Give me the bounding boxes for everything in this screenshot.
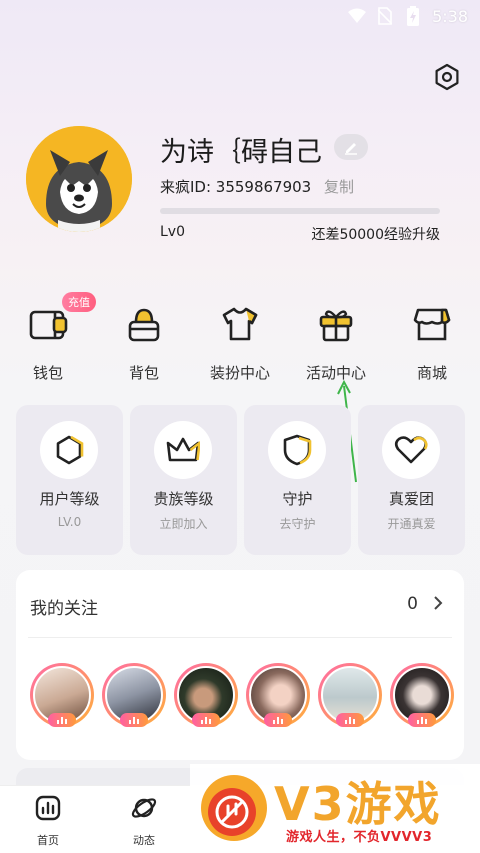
tab-label: 首页 <box>37 834 59 847</box>
clock: 5:38 <box>432 6 468 26</box>
my-follows-panel: 我的关注 0 <box>16 570 464 760</box>
tab-label: 动态 <box>133 834 155 847</box>
quick-item-dressup[interactable]: 装扮中心 <box>192 294 288 384</box>
followed-avatar[interactable] <box>246 663 310 727</box>
quick-item-label: 商城 <box>416 364 447 382</box>
quick-item-activity[interactable]: 活动中心 <box>288 294 384 384</box>
home-chart-icon <box>35 795 61 821</box>
followed-avatar[interactable] <box>390 663 454 727</box>
exp-progress-bar <box>160 208 440 214</box>
edit-name-button[interactable] <box>334 134 368 160</box>
recharge-badge[interactable]: 充值 <box>62 292 96 312</box>
card-title: 贵族等级 <box>153 490 214 508</box>
username: 为诗｛碍自己 <box>160 137 322 168</box>
copy-id-button[interactable]: 复制 <box>324 176 354 197</box>
live-indicator <box>48 713 76 727</box>
site-watermark: V3游戏 游戏人生，不负VVVV3 <box>190 764 480 853</box>
avatar[interactable] <box>26 126 132 232</box>
card-icon-circle <box>154 421 212 479</box>
feature-cards: 用户等级 LV.0 贵族等级 立即加入 守护 去守护 真爱团 开通真爱 <box>16 405 465 555</box>
followed-avatar[interactable] <box>102 663 166 727</box>
hexagon-icon <box>56 435 84 465</box>
watermark-brand: V3游戏 <box>274 777 442 831</box>
card-subtitle: LV.0 <box>57 515 82 529</box>
card-title: 真爱团 <box>388 490 434 508</box>
quick-item-label: 背包 <box>128 364 159 382</box>
followed-avatar[interactable] <box>30 663 94 727</box>
card-icon-circle <box>40 421 98 479</box>
heart-icon <box>394 436 428 464</box>
live-indicator <box>264 713 292 727</box>
wifi-icon <box>348 7 367 25</box>
user-id: 来疯ID: 3559867903 <box>160 178 312 196</box>
quick-item-backpack[interactable]: 背包 <box>96 294 192 384</box>
exp-hint: 还差50000经验升级 <box>311 227 440 243</box>
live-indicator <box>408 713 436 727</box>
divider <box>28 637 452 638</box>
followed-avatar[interactable] <box>318 663 382 727</box>
card-title: 用户等级 <box>39 490 100 508</box>
live-indicator <box>336 713 364 727</box>
card-subtitle: 去守护 <box>279 517 316 531</box>
card-icon-circle <box>382 421 440 479</box>
quick-item-label: 钱包 <box>32 364 63 382</box>
card-title: 守护 <box>282 490 313 508</box>
user-level: Lv0 <box>160 224 185 240</box>
card-subtitle: 立即加入 <box>159 517 208 531</box>
chevron-right-icon[interactable] <box>430 593 446 613</box>
shield-icon <box>283 434 312 466</box>
status-bar: 5:38 <box>0 0 480 32</box>
store-icon <box>413 308 451 341</box>
quick-item-label: 装扮中心 <box>209 364 270 382</box>
pencil-icon <box>345 143 357 155</box>
followed-avatar[interactable] <box>174 663 238 727</box>
watermark-slogan: 游戏人生，不负VVVV3 <box>286 830 433 845</box>
tab-home[interactable]: 首页 <box>18 794 78 848</box>
profile-section: 为诗｛碍自己 来疯ID: 3559867903 复制 Lv0 还差50000经验… <box>26 126 466 246</box>
card-icon-circle <box>268 421 326 479</box>
no-sim-icon <box>376 7 394 25</box>
v3-logo-icon <box>201 775 267 841</box>
followed-streamers <box>30 663 460 731</box>
live-indicator <box>120 713 148 727</box>
card-true-love[interactable]: 真爱团 开通真爱 <box>358 405 465 555</box>
card-guard[interactable]: 守护 去守护 <box>244 405 351 555</box>
crown-icon <box>166 437 200 462</box>
card-subtitle: 开通真爱 <box>387 517 436 531</box>
settings-button[interactable] <box>430 60 464 94</box>
tshirt-icon <box>222 307 258 341</box>
planet-icon <box>131 798 157 818</box>
tab-moments[interactable]: 动态 <box>114 794 174 848</box>
settings-icon <box>435 63 459 91</box>
gift-icon <box>319 310 353 342</box>
backpack-icon <box>128 308 160 342</box>
card-noble-level[interactable]: 贵族等级 立即加入 <box>130 405 237 555</box>
follows-title[interactable]: 我的关注 <box>30 594 98 619</box>
wallet-icon <box>29 310 68 340</box>
quick-item-store[interactable]: 商城 <box>384 294 480 384</box>
follows-count: 0 <box>407 594 418 614</box>
live-indicator <box>192 713 220 727</box>
battery-icon <box>404 6 422 26</box>
card-user-level[interactable]: 用户等级 LV.0 <box>16 405 123 555</box>
